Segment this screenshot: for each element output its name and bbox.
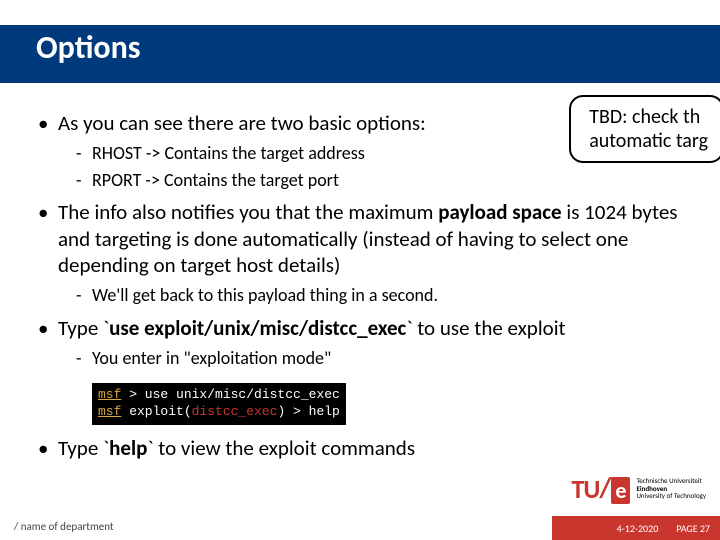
text-fragment: The info also notifies you that the maxi…: [58, 199, 438, 225]
subbullet-payload-later: We'll get back to this payload thing in …: [58, 284, 710, 307]
bold-exploit-path: use exploit/unix/misc/distcc_exec: [109, 315, 406, 341]
subbullet-rport: RPORT -> Contains the target port: [58, 169, 710, 192]
text-fragment: Type `: [58, 315, 109, 341]
tue-text-line: University of Technology: [636, 491, 706, 500]
term-cmd: > use unix/misc/distcc_exec: [121, 387, 339, 402]
bullet-type-help: Type `help` to view the exploit commands: [36, 435, 710, 461]
terminal-screenshot: msf > use unix/misc/distcc_exec msf expl…: [92, 383, 346, 425]
footer-department: / name of department: [14, 520, 114, 533]
term-exploit-name: distcc_exec: [192, 404, 278, 419]
footer-page: PAGE 27: [676, 522, 710, 535]
terminal-line: msf exploit(distcc_exec) > help: [98, 404, 340, 421]
tue-tu: TU: [571, 473, 599, 505]
text-fragment: Type `: [58, 435, 109, 461]
tue-e: e: [611, 477, 630, 504]
term-fragment: exploit(: [121, 404, 191, 419]
slide: Options TBD: check th automatic targ As …: [0, 0, 720, 540]
tue-logo: TU/e Technische Universiteit Eindhoven U…: [571, 471, 706, 506]
text-fragment: ` to use the exploit: [406, 315, 565, 341]
term-prompt-msf: msf: [98, 387, 121, 402]
tue-logo-text: Technische Universiteit Eindhoven Univer…: [636, 477, 706, 500]
footer-date: 4-12-2020: [617, 522, 659, 535]
term-fragment: ) > help: [277, 404, 339, 419]
bullet-options: As you can see there are two basic optio…: [36, 110, 710, 191]
tue-logo-mark: TU/e: [571, 471, 630, 506]
tue-slash-icon: /: [599, 470, 611, 505]
text-fragment: ` to view the exploit commands: [147, 435, 415, 461]
subbullet-exploitation-mode: You enter in "exploitation mode": [58, 347, 710, 370]
bullet-text: As you can see there are two basic optio…: [58, 110, 426, 136]
slide-title: Options: [36, 28, 141, 67]
footer-band: 4-12-2020 PAGE 27: [552, 516, 720, 540]
term-prompt-msf: msf: [98, 404, 121, 419]
bold-payload-space: payload space: [438, 199, 561, 225]
terminal-line: msf > use unix/misc/distcc_exec: [98, 387, 340, 404]
bullet-use-exploit: Type `use exploit/unix/misc/distcc_exec`…: [36, 315, 710, 370]
slide-body: As you can see there are two basic optio…: [36, 110, 710, 469]
bullet-payload-space: The info also notifies you that the maxi…: [36, 199, 710, 306]
subbullet-rhost: RHOST -> Contains the target address: [58, 142, 710, 165]
bold-help: help: [109, 435, 147, 461]
